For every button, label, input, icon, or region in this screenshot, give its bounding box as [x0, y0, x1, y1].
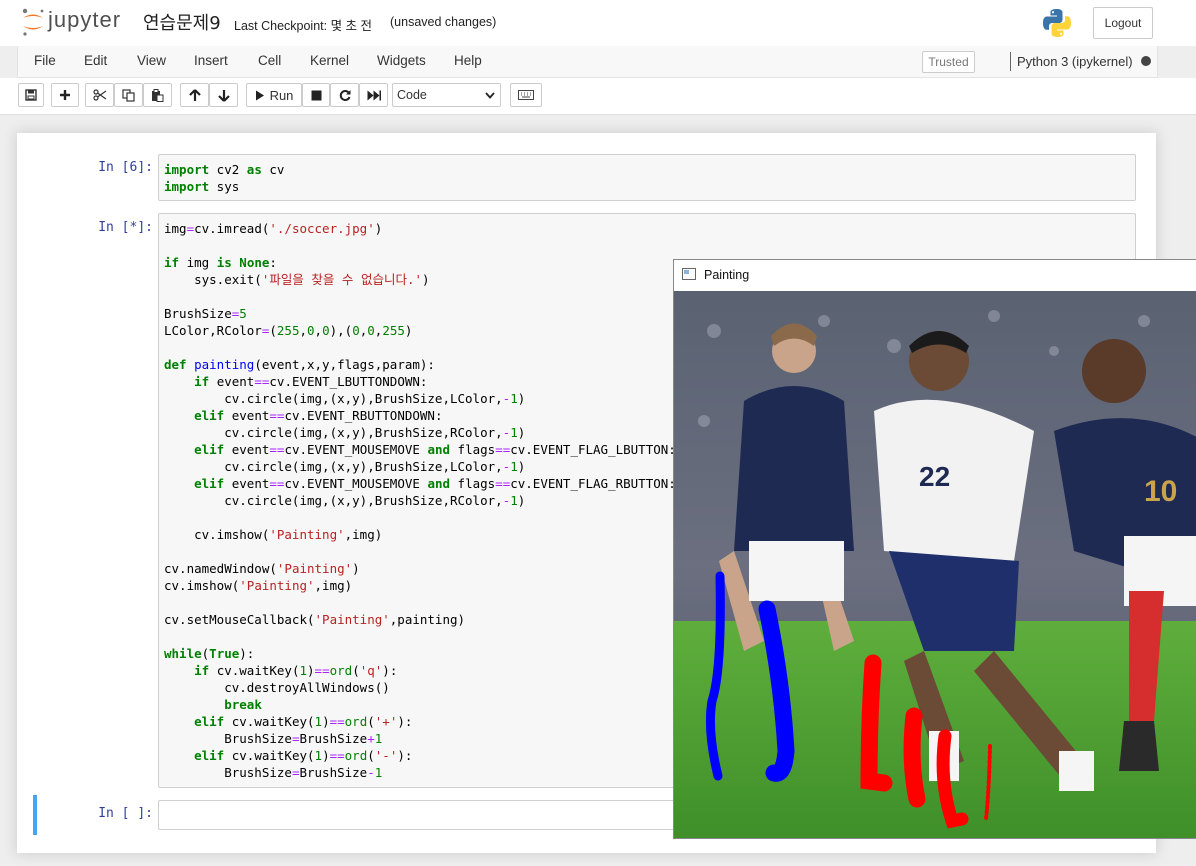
command-palette-button[interactable] [510, 83, 542, 107]
cell-prompt: In [ ]: [98, 806, 153, 821]
code-text: img=cv.imread('./soccer.jpg') if img is … [164, 221, 676, 780]
menu-kernel[interactable]: Kernel [310, 53, 349, 68]
restart-button[interactable] [330, 83, 359, 107]
scissors-icon [92, 89, 106, 101]
move-down-button[interactable] [209, 83, 238, 107]
restart-icon [339, 90, 350, 101]
restart-run-all-button[interactable] [359, 83, 388, 107]
keyboard-icon [518, 90, 534, 100]
fast-forward-icon [367, 90, 381, 100]
menu-cell[interactable]: Cell [258, 53, 281, 68]
save-button[interactable] [18, 83, 44, 107]
header: jupyter 연습문제9 Last Checkpoint: 몇 초 전 (un… [0, 0, 1196, 46]
cell-prompt: In [*]: [98, 220, 153, 235]
cell-type-select[interactable]: Code [392, 83, 501, 107]
chevron-down-icon [485, 92, 495, 99]
copy-button[interactable] [114, 83, 143, 107]
move-up-button[interactable] [180, 83, 209, 107]
copy-icon [122, 88, 135, 102]
cut-button[interactable] [85, 83, 114, 107]
kernel-status-icon [1141, 56, 1151, 66]
run-label: Run [269, 87, 294, 103]
jupyter-logo-icon[interactable] [20, 7, 46, 37]
code-text: import cv2 as cv import sys [164, 162, 285, 194]
kernel-name[interactable]: Python 3 (ipykernel) [1010, 52, 1133, 71]
play-icon [255, 90, 264, 100]
paste-icon [152, 88, 164, 102]
python-logo-icon [1043, 9, 1071, 37]
save-icon [25, 89, 37, 101]
code-cell-input[interactable]: import cv2 as cv import sys [158, 154, 1136, 201]
paste-button[interactable] [143, 83, 172, 107]
jupyter-logo-text[interactable]: jupyter [48, 7, 121, 33]
stop-icon [311, 90, 321, 100]
window-app-icon [682, 268, 696, 280]
trusted-indicator[interactable]: Trusted [922, 51, 975, 73]
checkpoint-status: Last Checkpoint: 몇 초 전 [234, 19, 373, 33]
run-button[interactable]: Run [246, 83, 302, 107]
menu-edit[interactable]: Edit [84, 53, 107, 68]
window-titlebar[interactable]: Painting [674, 260, 1196, 292]
painting-window[interactable]: Painting 22 10 [673, 259, 1196, 839]
menu-file[interactable]: File [34, 53, 56, 68]
notebook-title[interactable]: 연습문제9 [143, 9, 221, 35]
cell-type-value: Code [397, 88, 427, 102]
cell-prompt: In [6]: [98, 160, 153, 175]
menu-help[interactable]: Help [454, 53, 482, 68]
menu-insert[interactable]: Insert [194, 53, 228, 68]
svg-text:22: 22 [919, 461, 950, 492]
insert-cell-button[interactable] [51, 83, 79, 107]
autosave-status: (unsaved changes) [390, 15, 497, 29]
selected-cell-indicator [33, 795, 37, 835]
logout-button[interactable]: Logout [1093, 7, 1153, 39]
menu-widgets[interactable]: Widgets [377, 53, 426, 68]
plus-icon [60, 90, 70, 100]
svg-text:10: 10 [1144, 475, 1177, 508]
menu-view[interactable]: View [137, 53, 166, 68]
window-title: Painting [704, 268, 750, 282]
interrupt-button[interactable] [302, 83, 330, 107]
soccer-photo-canvas[interactable]: 22 10 [674, 291, 1196, 839]
toolbar: Run Code [0, 78, 1196, 115]
arrow-down-icon [217, 89, 230, 102]
menubar: File Edit View Insert Cell Kernel Widget… [17, 46, 1158, 78]
arrow-up-icon [188, 88, 201, 101]
